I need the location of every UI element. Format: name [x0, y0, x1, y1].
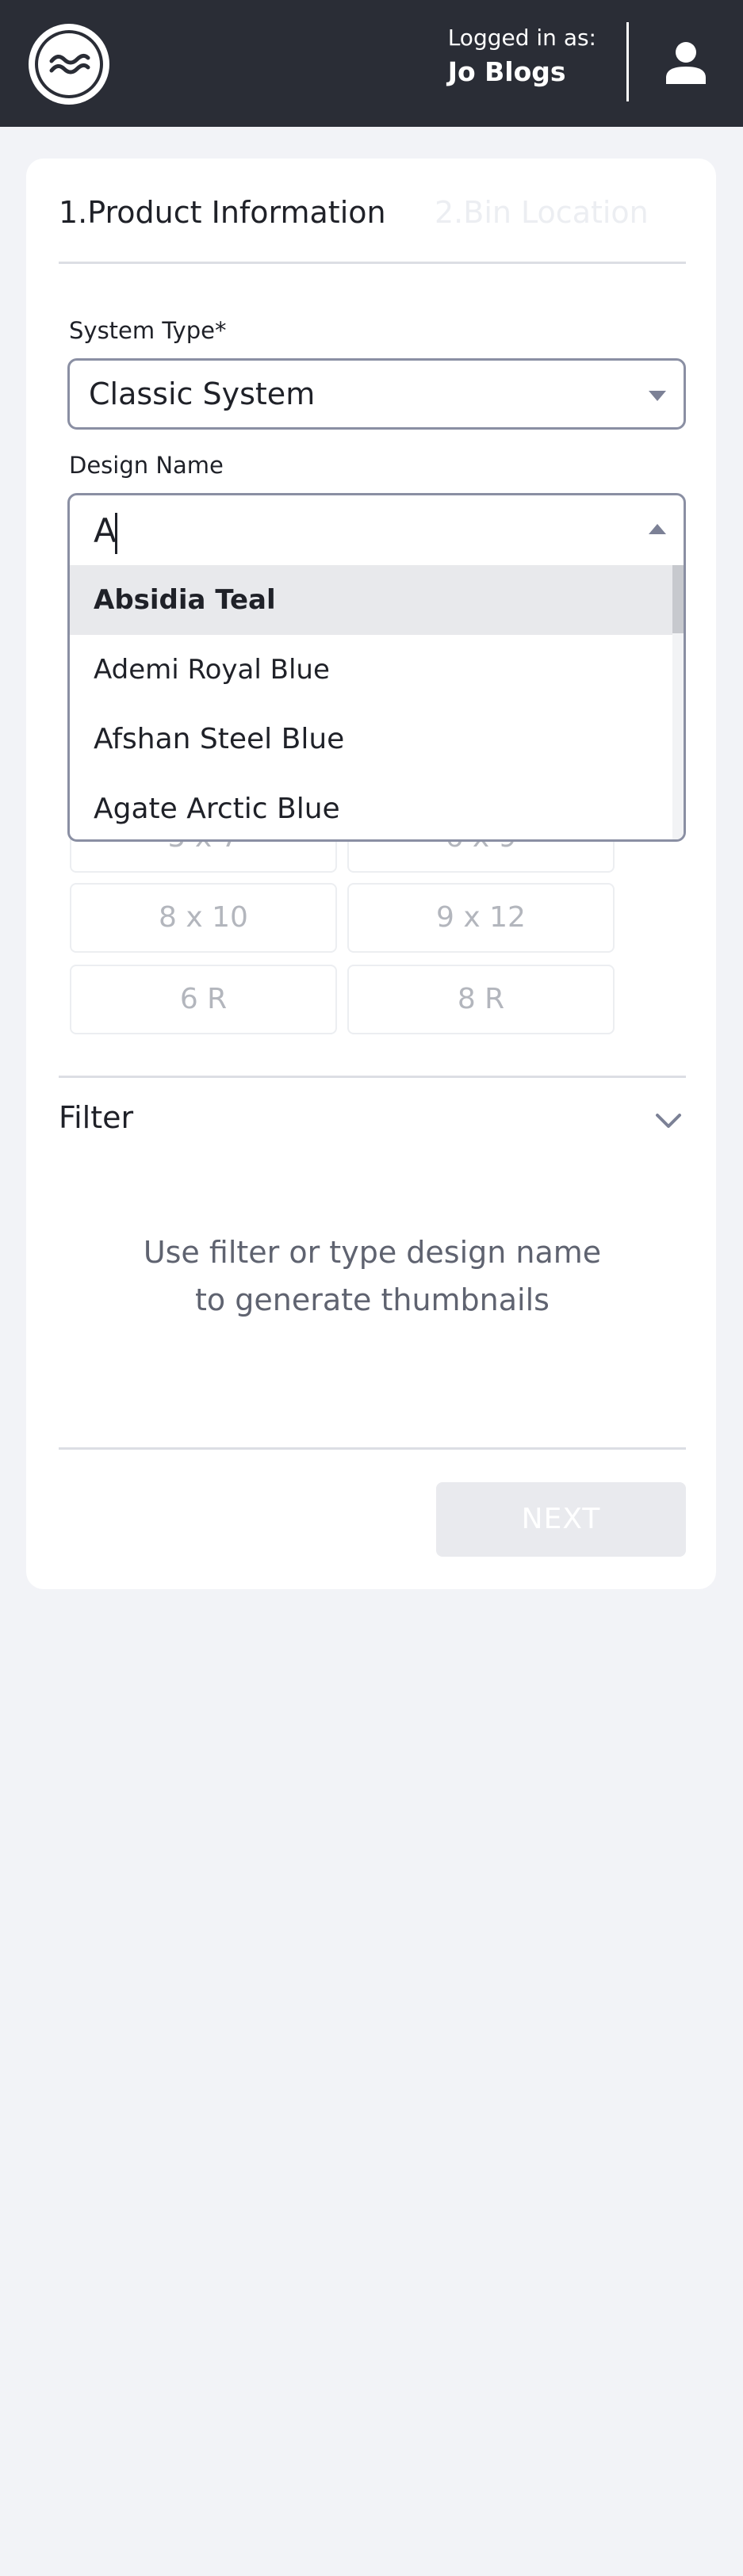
app-header: Logged in as: Jo Blogs	[0, 0, 743, 127]
tab-bin-location[interactable]: 2.Bin Location	[435, 195, 649, 230]
size-button[interactable]: 9 x 12	[347, 883, 615, 953]
filter-divider	[59, 1076, 686, 1078]
scrollbar-thumb[interactable]	[672, 565, 684, 633]
size-button[interactable]: 8 R	[347, 965, 615, 1034]
design-option[interactable]: Ademi Royal Blue	[70, 635, 672, 705]
design-option[interactable]: Afshan Steel Blue	[70, 705, 672, 774]
caret-down-icon	[649, 391, 666, 401]
filter-label[interactable]: Filter	[59, 1100, 133, 1135]
login-caption: Logged in as:	[447, 25, 596, 51]
dropdown-scrollbar[interactable]	[672, 565, 684, 839]
text-cursor	[115, 513, 117, 554]
user-icon[interactable]	[664, 41, 707, 86]
design-name-label: Design Name	[69, 452, 224, 479]
user-name: Jo Blogs	[447, 56, 566, 87]
system-type-label: System Type*	[69, 317, 227, 344]
tab-underline	[59, 262, 686, 264]
waves-logo-icon[interactable]	[29, 24, 109, 105]
next-button[interactable]: NEXT	[436, 1482, 686, 1557]
design-name-input[interactable]: A	[94, 511, 117, 550]
hint-line-2: to generate thumbnails	[195, 1282, 550, 1317]
tab-product-information[interactable]: 1.Product Information	[59, 195, 386, 230]
caret-up-icon[interactable]	[649, 524, 666, 534]
chevron-down-icon[interactable]	[655, 1111, 682, 1130]
footer-divider	[59, 1447, 686, 1450]
design-option[interactable]: Agate Arctic Blue	[70, 774, 672, 839]
design-name-combobox[interactable]: A Absidia Teal Ademi Royal Blue Afshan S…	[67, 493, 686, 842]
design-option[interactable]: Absidia Teal	[70, 565, 672, 635]
thumbnail-hint: Use filter or type design name to genera…	[59, 1229, 686, 1324]
hint-line-1: Use filter or type design name	[143, 1235, 602, 1270]
header-divider	[626, 22, 629, 101]
system-type-select[interactable]: Classic System	[67, 358, 686, 430]
system-type-value: Classic System	[89, 376, 316, 411]
login-info: Logged in as: Jo Blogs	[448, 22, 596, 90]
size-button[interactable]: 6 R	[70, 965, 337, 1034]
size-button[interactable]: 8 x 10	[70, 883, 337, 953]
